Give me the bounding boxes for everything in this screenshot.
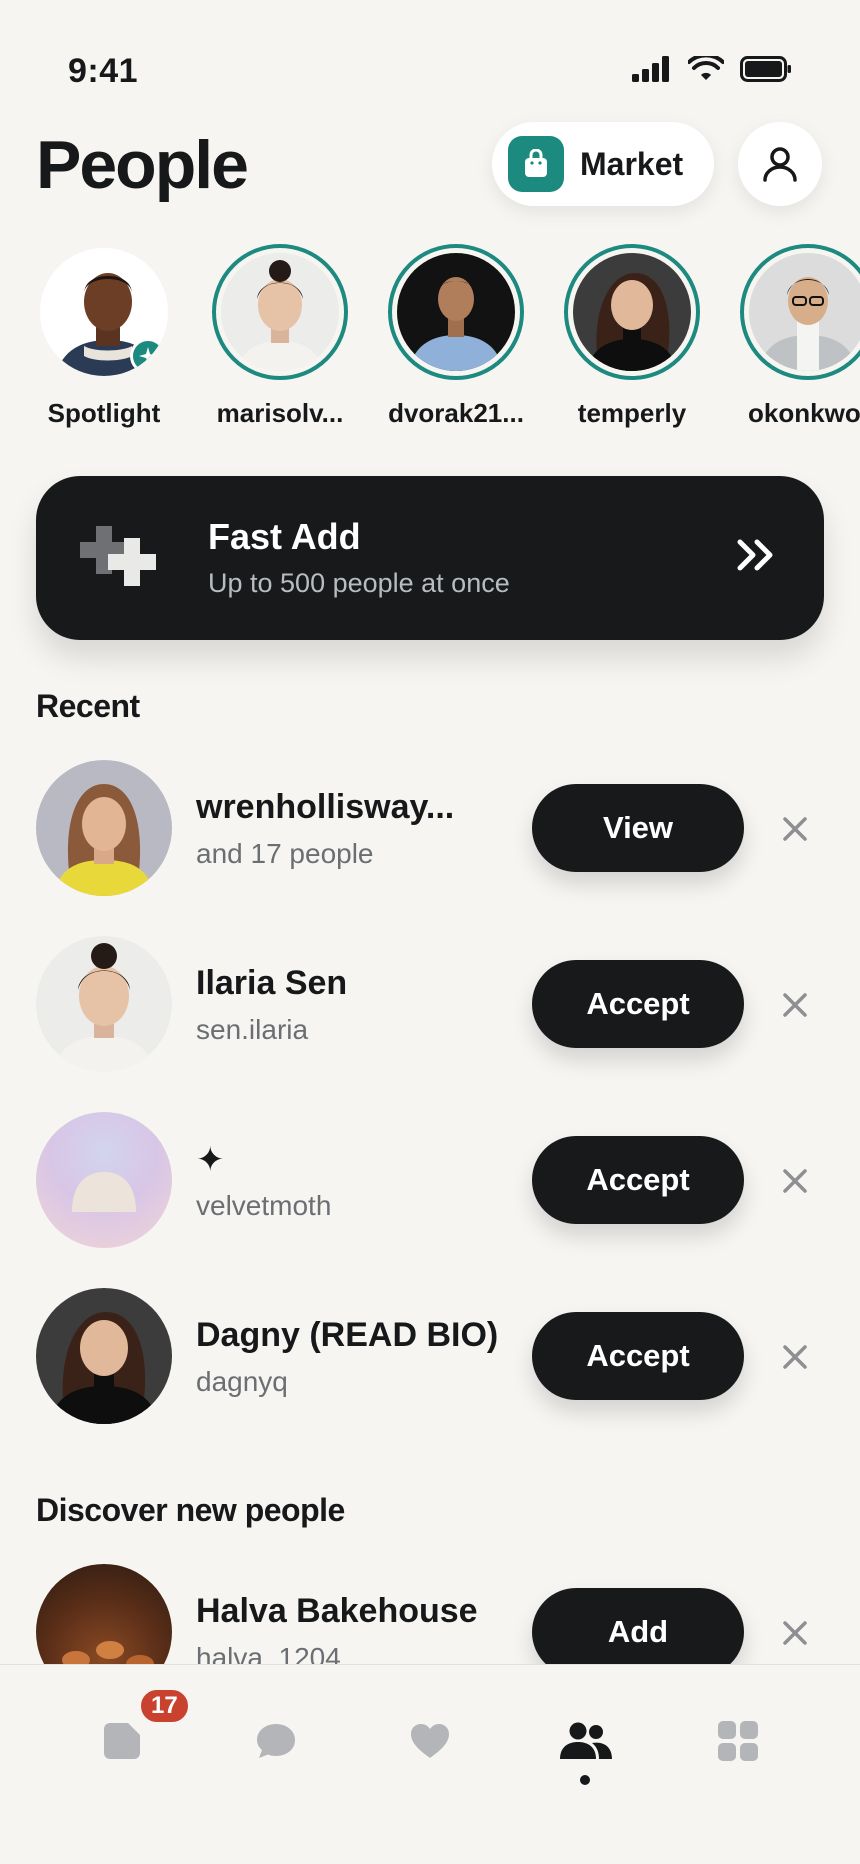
status-icons — [632, 56, 792, 82]
accept-button[interactable]: Accept — [532, 1136, 744, 1224]
person-icon — [763, 147, 797, 182]
avatar — [40, 248, 168, 376]
row-subtitle: dagnyq — [196, 1366, 288, 1397]
heart-icon — [411, 1724, 449, 1758]
market-label: Market — [580, 145, 684, 182]
avatar — [221, 253, 339, 371]
row-subtitle: velvetmoth — [196, 1190, 332, 1221]
signal-icon — [632, 56, 669, 82]
tab-more[interactable] — [698, 1701, 778, 1781]
close-icon[interactable] — [778, 988, 812, 1022]
stories-icon — [104, 1723, 140, 1759]
fast-add-banner[interactable]: Fast Add Up to 500 people at once — [36, 476, 824, 640]
avatar — [749, 253, 860, 371]
story-item[interactable]: temperly — [542, 244, 722, 429]
avatar[interactable] — [36, 1288, 172, 1424]
tab-people[interactable] — [546, 1701, 626, 1781]
tab-activity[interactable] — [390, 1701, 470, 1781]
story-item[interactable]: marisolv... — [190, 244, 370, 429]
notification-badge: 17 — [138, 1687, 191, 1725]
row-subtitle: sen.ilaria — [196, 1014, 309, 1045]
wifi-icon — [688, 56, 724, 80]
profile-button[interactable] — [738, 122, 822, 206]
view-button[interactable]: View — [532, 784, 744, 872]
add-people-icon — [80, 526, 156, 586]
row-name: Ilaria Sen — [196, 964, 348, 1002]
list-item: Ilaria Sen sen.ilaria Accept — [36, 936, 836, 1076]
fast-add-subtitle: Up to 500 people at once — [208, 568, 510, 598]
grid-icon — [718, 1721, 758, 1761]
avatar — [397, 253, 515, 371]
double-chevron-right-icon — [737, 539, 773, 571]
row-name: Halva Bakehouse — [196, 1592, 478, 1630]
story-label: okonkwo. — [748, 398, 860, 428]
accept-button[interactable]: Accept — [532, 960, 744, 1048]
close-icon[interactable] — [778, 1164, 812, 1198]
avatar[interactable] — [36, 1112, 172, 1248]
avatar[interactable] — [36, 936, 172, 1072]
close-icon[interactable] — [778, 1616, 812, 1650]
close-icon[interactable] — [778, 812, 812, 846]
avatar[interactable] — [36, 760, 172, 896]
status-time: 9:41 — [68, 52, 139, 90]
row-subtitle: and 17 people — [196, 838, 374, 869]
list-item: Dagny (READ BIO) dagnyq Accept — [36, 1288, 836, 1428]
story-item[interactable]: okonkwo. — [718, 244, 860, 429]
shopping-bag-icon — [508, 136, 564, 192]
row-name: ✦ — [196, 1141, 225, 1179]
row-name: Dagny (READ BIO) — [196, 1316, 499, 1354]
section-title-recent: Recent — [36, 688, 140, 724]
add-button[interactable]: Add — [532, 1588, 744, 1676]
battery-icon — [740, 56, 791, 82]
chat-icon — [257, 1724, 295, 1758]
list-item: ✦ velvetmoth Accept — [36, 1112, 836, 1252]
story-label: marisolv... — [216, 398, 344, 428]
close-icon[interactable] — [778, 1340, 812, 1374]
story-label: dvorak21... — [388, 398, 524, 428]
story-label: temperly — [577, 398, 687, 428]
story-label: Spotlight — [47, 398, 161, 428]
market-button[interactable]: Market — [492, 122, 714, 206]
section-title-discover: Discover new people — [36, 1492, 345, 1528]
sparkle-icon — [130, 338, 166, 374]
stories-row: Spotlight marisolv... dvorak21... temper… — [0, 244, 860, 434]
story-spotlight[interactable]: Spotlight — [14, 244, 194, 429]
people-icon — [560, 1722, 612, 1759]
row-name: wrenhollisway... — [196, 788, 455, 826]
page-title: People — [36, 127, 249, 203]
accept-button[interactable]: Accept — [532, 1312, 744, 1400]
tab-bar: 17 — [0, 1664, 860, 1864]
story-item[interactable]: dvorak21... — [366, 244, 546, 429]
list-item: wrenhollisway... and 17 people View — [36, 760, 836, 900]
active-tab-indicator — [580, 1775, 590, 1785]
tab-chat[interactable] — [236, 1701, 316, 1781]
avatar — [573, 253, 691, 371]
status-bar: 9:41 — [0, 0, 860, 120]
fast-add-title: Fast Add — [208, 516, 361, 557]
